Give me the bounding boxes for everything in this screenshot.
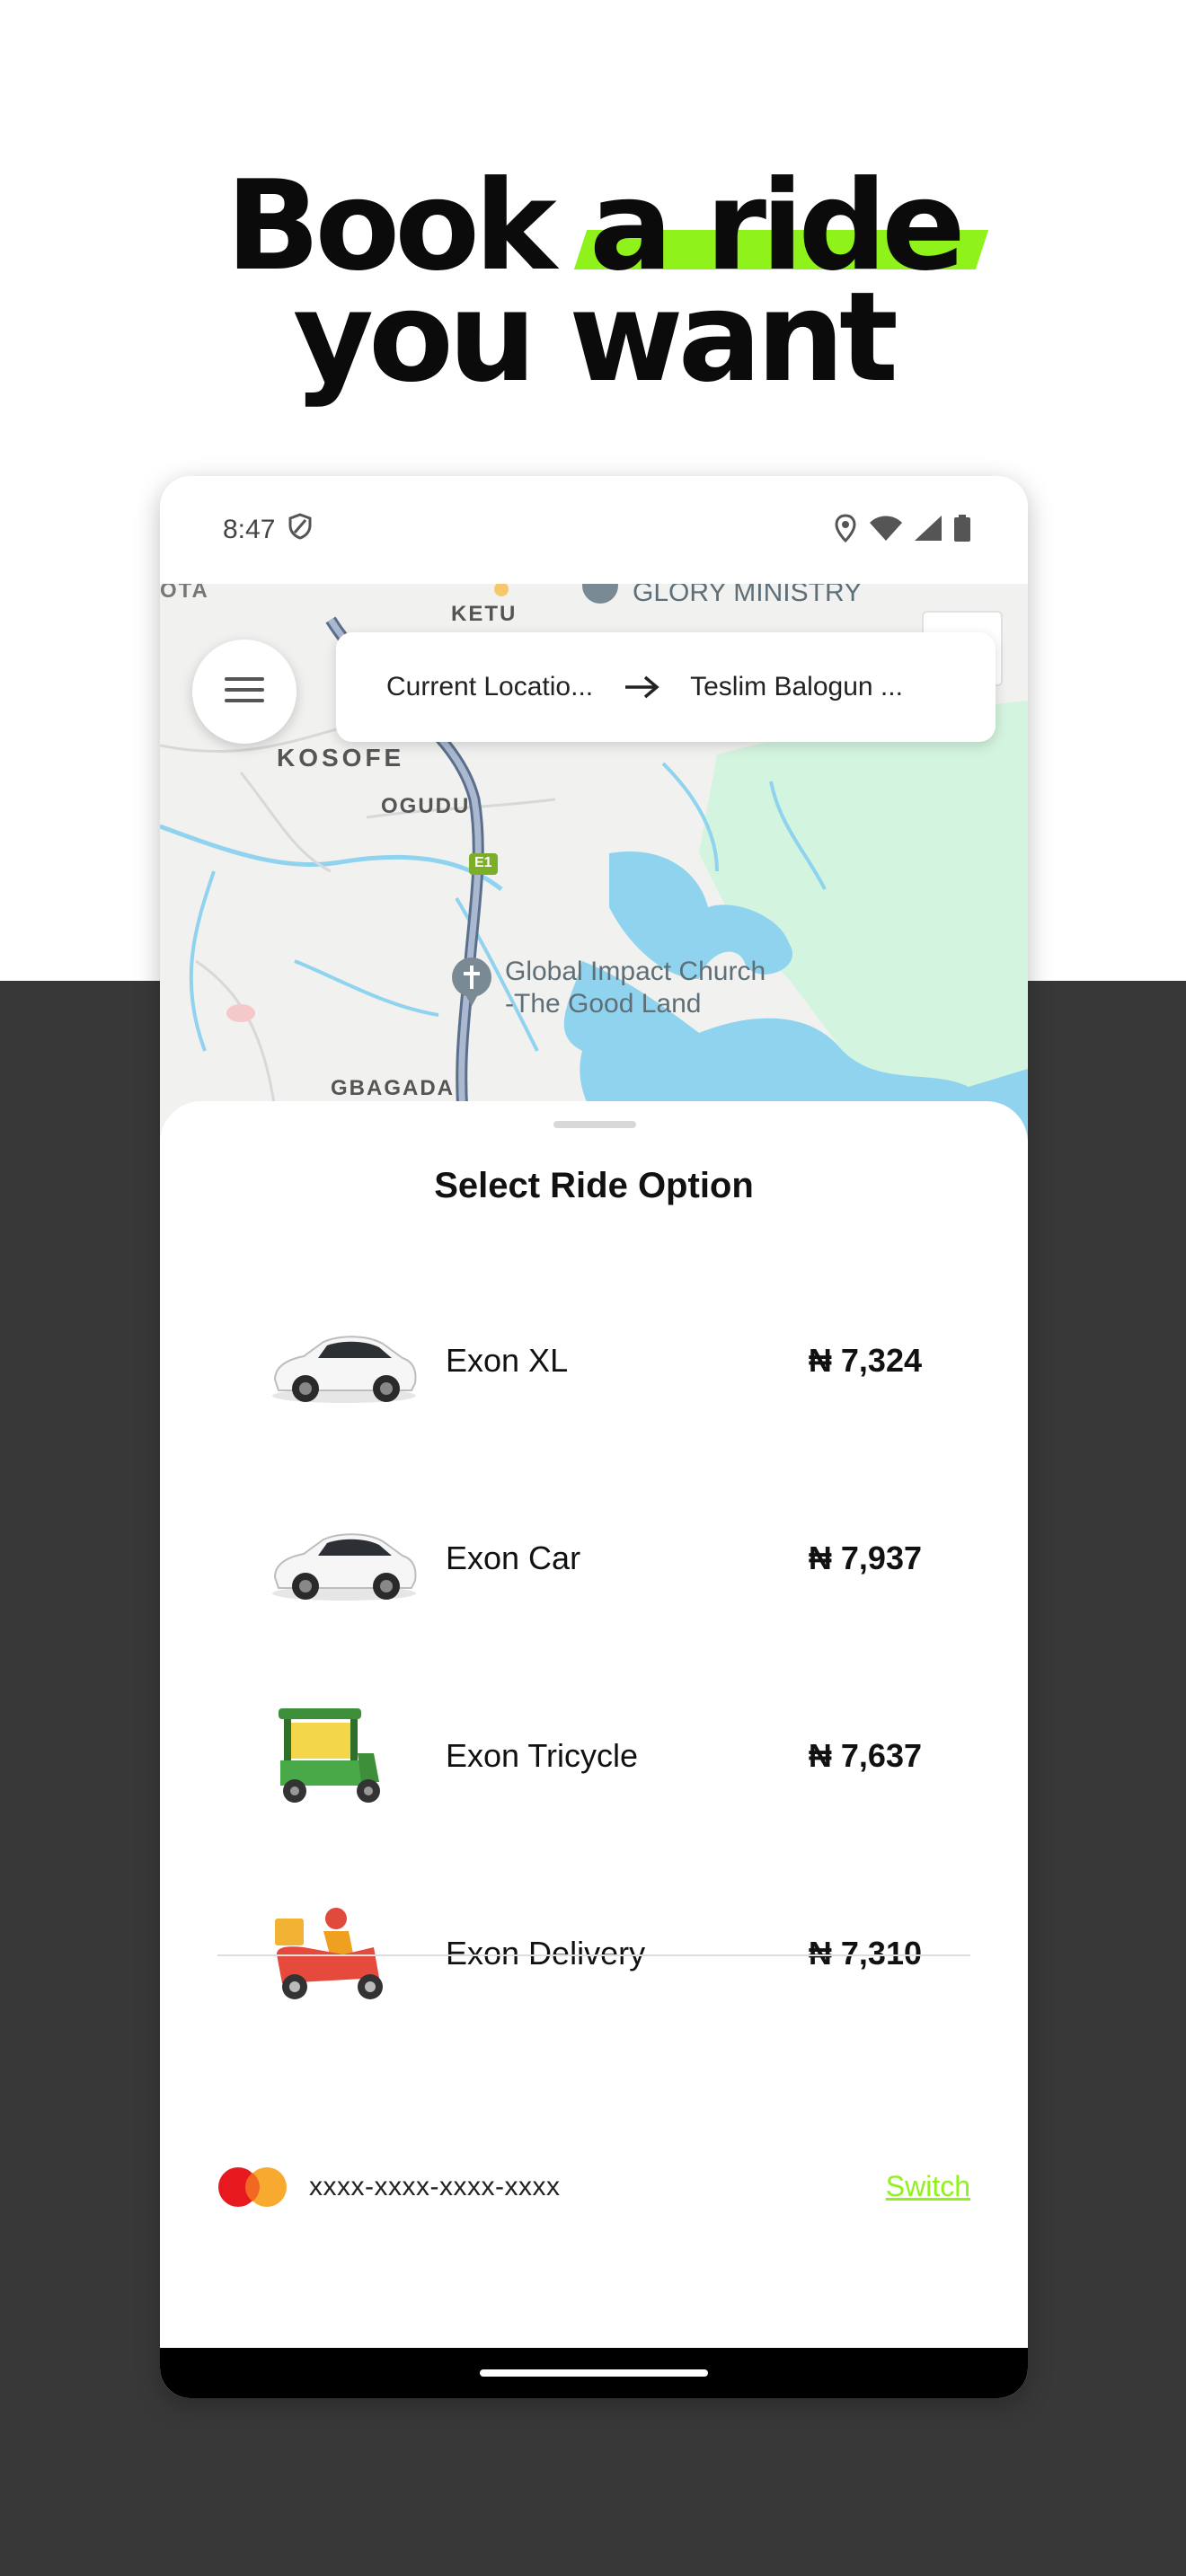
location-icon — [834, 513, 857, 547]
phone-frame: 8:47 OTA KETU KOSOFE OGUDU GBAGADA E1 GL… — [160, 476, 1028, 2398]
map-label-ota: OTA — [160, 584, 209, 603]
sheet-divider — [217, 1954, 970, 1956]
map-poi-church-line2: -The Good Land — [505, 989, 702, 1019]
system-navigation-bar — [160, 2348, 1028, 2398]
mastercard-icon — [217, 2166, 288, 2208]
ride-name: Exon Tricycle — [446, 1737, 639, 1774]
status-right — [834, 513, 970, 547]
map-poi-church-line1: Global Impact Church — [505, 957, 766, 986]
car-icon — [268, 1505, 420, 1613]
signal-icon — [915, 515, 942, 545]
map-label-kosofe: KOSOFE — [277, 744, 405, 772]
ride-price: ₦ 7,637 — [808, 1737, 922, 1774]
battery-icon — [954, 514, 970, 546]
status-time: 8:47 — [223, 515, 276, 544]
ride-price: ₦ 7,310 — [808, 1935, 922, 1972]
promo-headline: Book a ride you want — [0, 154, 1186, 410]
ride-price: ₦ 7,937 — [808, 1539, 922, 1576]
home-indicator[interactable] — [480, 2369, 708, 2377]
ride-name: Exon Car — [446, 1539, 581, 1576]
wifi-icon — [870, 516, 902, 545]
headline-word-book: Book — [226, 154, 557, 298]
arrow-right-icon — [624, 675, 659, 700]
ride-option-exon-car[interactable]: Exon Car ₦ 7,937 — [160, 1460, 1028, 1658]
ride-option-exon-tricycle[interactable]: Exon Tricycle ₦ 7,637 — [160, 1658, 1028, 1856]
status-bar: 8:47 — [160, 476, 1028, 584]
hamburger-menu-icon — [225, 675, 264, 709]
map-label-gbagada: GBAGADA — [331, 1076, 455, 1100]
ride-name: Exon XL — [446, 1342, 569, 1379]
menu-button[interactable] — [192, 640, 296, 744]
ride-option-exon-xl[interactable]: Exon XL ₦ 7,324 — [160, 1263, 1028, 1460]
payment-method-row: xxxx-xxxx-xxxx-xxxx Switch — [217, 2148, 970, 2220]
ride-name: Exon Delivery — [446, 1935, 646, 1972]
headline-line-2: you want — [293, 265, 898, 410]
headline-line-1: Book a ride — [0, 154, 1186, 298]
shield-icon — [288, 513, 313, 547]
headline-highlight: a ride — [589, 154, 966, 298]
ride-option-list: Exon XL ₦ 7,324 Exon Car ₦ 7,937 Exon Tr… — [160, 1263, 1028, 2053]
car-icon — [268, 1308, 420, 1416]
map-poi-glory-ministry: GLORY MINISTRY — [633, 584, 863, 607]
map-label-ketu: KETU — [451, 602, 518, 626]
map-label-ogudu: OGUDU — [381, 794, 471, 818]
switch-payment-link[interactable]: Switch — [886, 2170, 970, 2203]
tricycle-icon — [268, 1703, 420, 1811]
status-left: 8:47 — [223, 513, 313, 547]
card-number: xxxx-xxxx-xxxx-xxxx — [309, 2172, 561, 2201]
ride-price: ₦ 7,324 — [808, 1342, 922, 1379]
sheet-title: Select Ride Option — [434, 1166, 754, 1205]
route-destination[interactable]: Teslim Balogun ... — [690, 672, 903, 702]
map-label-e1: E1 — [474, 855, 492, 870]
route-origin[interactable]: Current Locatio... — [386, 672, 593, 702]
route-summary[interactable]: Current Locatio... Teslim Balogun ... — [336, 632, 996, 742]
sheet-drag-handle[interactable] — [553, 1121, 636, 1128]
